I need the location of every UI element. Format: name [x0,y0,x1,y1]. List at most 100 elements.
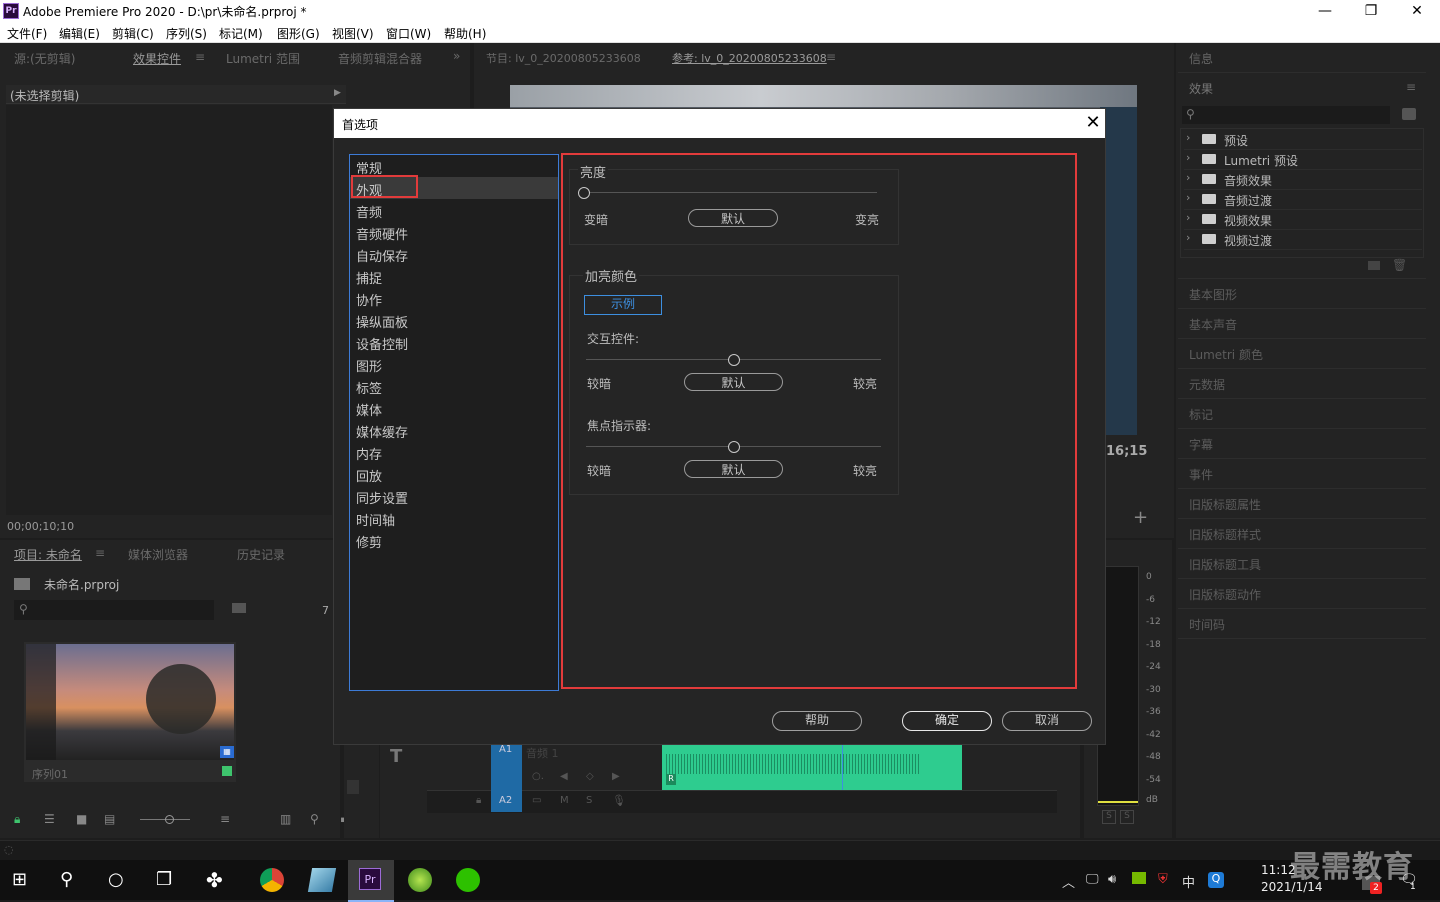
category-general[interactable]: 常规 [356,158,382,177]
help-button[interactable]: 帮助 [772,711,862,731]
close-window-button[interactable]: ✕ [1394,0,1440,22]
tool-slot-icon[interactable] [347,780,359,794]
category-audio-hardware[interactable]: 音频硬件 [356,224,408,243]
windows-start-icon[interactable]: ⊞ [12,868,36,892]
panel-essential-graphics[interactable]: 基本图形 [1189,286,1237,303]
category-labels[interactable]: 标签 [356,378,382,397]
search-icon[interactable]: ⚲ [60,868,84,892]
focus-slider-knob[interactable] [727,441,740,453]
effects-item-audio-transitions[interactable]: › 音频过渡 [1184,190,1422,210]
tab-media-browser[interactable]: 媒体浏览器 [128,546,188,563]
track-a2-target[interactable]: A2 [491,790,522,812]
effects-panel-title[interactable]: 效果 [1189,80,1213,97]
category-playback[interactable]: 回放 [356,466,382,485]
effects-item-video-transitions[interactable]: › 视频过渡 [1184,230,1422,250]
panel-timecode[interactable]: 时间码 [1189,616,1225,633]
category-capture[interactable]: 捕捉 [356,268,382,287]
panel-legacy-title-tools[interactable]: 旧版标题工具 [1189,556,1261,573]
automate-icon[interactable]: ▥ [280,812,291,826]
panel-legacy-title-properties[interactable]: 旧版标题属性 [1189,496,1261,513]
green-app-icon[interactable] [408,868,432,892]
effects-item-video-effects[interactable]: › 视频效果 [1184,210,1422,230]
category-appearance[interactable]: 外观 [356,180,382,199]
task-view-icon[interactable]: ❐ [156,868,180,892]
panel-metadata[interactable]: 元数据 [1189,376,1225,393]
cortana-icon[interactable]: ○ [108,868,132,892]
category-memory[interactable]: 内存 [356,444,382,463]
qq-icon[interactable]: Q [1208,872,1224,888]
tab-program[interactable]: 节目: lv_0_20200805233608 [486,50,641,66]
zoom-slider-knob[interactable] [165,815,174,824]
menu-graphics[interactable]: 图形(G) [277,25,320,42]
security-icon[interactable]: ⛨ [1158,872,1168,887]
find-icon[interactable]: ⚲ [310,812,319,826]
menu-edit[interactable]: 编辑(E) [59,25,100,42]
tab-menu-icon-3[interactable]: ≡ [95,546,105,560]
solo-button[interactable]: S [586,795,592,806]
category-device-control[interactable]: 设备控制 [356,334,408,353]
category-graphics[interactable]: 图形 [356,356,382,375]
ime-indicator[interactable]: 中 [1182,872,1195,891]
nvidia-icon[interactable] [1132,872,1146,884]
trash-icon[interactable]: 🗑︎ [1392,258,1407,272]
menu-clip[interactable]: 剪辑(C) [112,25,154,42]
tab-lumetri-scopes[interactable]: Lumetri 范围 [226,50,300,67]
tray-overflow-icon[interactable]: ︿ [1062,872,1075,891]
panel-lumetri-color[interactable]: Lumetri 颜色 [1189,346,1263,363]
brightness-default-button[interactable]: 默认 [688,209,778,227]
add-button-icon[interactable]: + [1133,507,1148,528]
category-audio[interactable]: 音频 [356,202,382,221]
next-keyframe-icon[interactable]: ▶ [612,771,620,782]
add-keyframe-icon[interactable]: ◇ [586,771,594,782]
interactive-slider-knob[interactable] [727,354,740,366]
tab-reference[interactable]: 参考: lv_0_20200805233608 [672,50,827,66]
panel-legacy-title-styles[interactable]: 旧版标题样式 [1189,526,1261,543]
tab-history[interactable]: 历史记录 [237,546,285,563]
panel-essential-sound[interactable]: 基本声音 [1189,316,1237,333]
brightness-slider-knob[interactable] [578,187,590,199]
info-panel-title[interactable]: 信息 [1189,50,1213,67]
sync-lock-icon[interactable]: ▭ [532,795,541,806]
mute-button[interactable]: M [560,795,569,806]
bin-icon[interactable] [232,603,246,613]
minimize-button[interactable]: — [1302,0,1348,22]
notepad-app-icon[interactable] [307,868,337,892]
prev-keyframe-icon[interactable]: ◀ [560,771,568,782]
panel-captions[interactable]: 字幕 [1189,436,1213,453]
new-bin-icon-2[interactable] [1368,261,1380,270]
effects-search-input[interactable]: ⚲ [1182,106,1390,124]
chrome-icon[interactable] [260,868,284,892]
voiceover-mic-icon[interactable]: 🎙︎ [612,794,626,807]
category-sync-settings[interactable]: 同步设置 [356,488,408,507]
keyframe-icon[interactable]: ○. [532,771,544,782]
tab-menu-icon[interactable]: ≡ [195,50,205,64]
interactive-default-button[interactable]: 默认 [684,373,783,391]
tab-source[interactable]: 源:(无剪辑) [14,50,75,67]
panel-events[interactable]: 事件 [1189,466,1213,483]
meter-solo-left[interactable]: S [1102,810,1116,824]
audio-clip[interactable]: R [662,744,962,790]
menu-view[interactable]: 视图(V) [332,25,374,42]
tab-effect-controls[interactable]: 效果控件 [133,50,181,67]
effects-item-presets[interactable]: › 预设 [1184,130,1422,150]
overflow-icon[interactable]: » [453,49,460,63]
menu-file[interactable]: 文件(F) [7,25,47,42]
new-preset-bin-icon[interactable] [1402,108,1416,120]
network-icon[interactable]: 🖵︎ [1086,872,1099,887]
track-a1-target[interactable]: A1 [491,742,522,790]
sort-icon[interactable]: ≡ [220,812,230,826]
menu-help[interactable]: 帮助(H) [444,25,486,42]
category-media[interactable]: 媒体 [356,400,382,419]
type-tool-icon[interactable]: T [390,746,402,767]
category-control-surface[interactable]: 操纵面板 [356,312,408,331]
maximize-button[interactable]: ❐ [1348,0,1394,22]
project-search-input[interactable]: ⚲ [14,600,214,620]
panel-markers[interactable]: 标记 [1189,406,1213,423]
volume-icon[interactable]: 🔊︎ [1108,872,1116,887]
list-view-icon[interactable]: ☰ [44,812,55,826]
menu-window[interactable]: 窗口(W) [386,25,431,42]
dialog-close-button[interactable]: ✕ [1082,112,1104,134]
wechat-icon[interactable] [456,868,480,892]
premiere-taskbar-active[interactable]: Pr [348,860,394,902]
effects-menu-icon[interactable]: ≡ [1406,80,1416,94]
